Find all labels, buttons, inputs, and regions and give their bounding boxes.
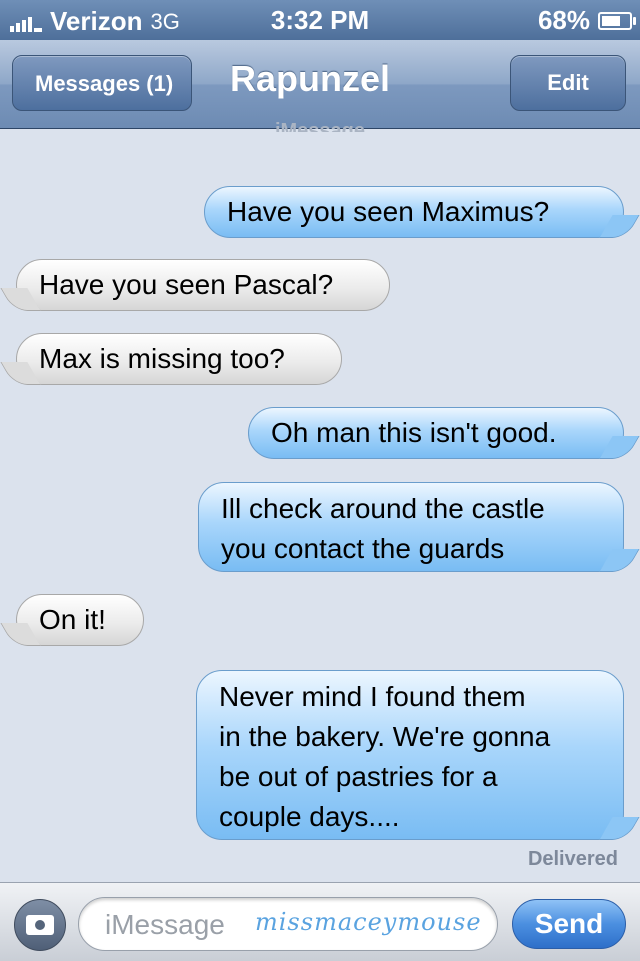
message-input[interactable]: [103, 904, 257, 946]
send-button[interactable]: Send: [512, 899, 626, 949]
battery-percent: 68%: [537, 5, 590, 35]
message-bubble-outgoing[interactable]: Oh man this isn't good.: [248, 407, 624, 459]
delivered-status: Delivered: [527, 848, 618, 870]
message-bubble-outgoing[interactable]: Never mind I found them in the bakery. W…: [196, 670, 624, 840]
edit-button[interactable]: Edit: [510, 55, 626, 111]
message-text: Ill check around the castle you contact …: [221, 493, 545, 564]
watermark-text: missmaceymouse: [255, 908, 482, 936]
message-text: Never mind I found them in the bakery. W…: [219, 681, 551, 832]
message-text: Max is missing too?: [39, 343, 285, 374]
status-bar: Verizon 3G 3:32 PM 68%: [0, 0, 640, 40]
message-bubble-outgoing[interactable]: Have you seen Maximus?: [204, 186, 624, 238]
conversation-title: Rapunzel: [230, 58, 391, 99]
status-right: 68%: [537, 5, 636, 36]
message-bubble-incoming[interactable]: Max is missing too?: [16, 333, 342, 385]
battery-icon: [598, 11, 636, 30]
message-field[interactable]: missmaceymouse: [78, 897, 498, 951]
message-text: Have you seen Maximus?: [227, 196, 550, 227]
camera-icon[interactable]: [14, 899, 66, 951]
message-bubble-outgoing[interactable]: Ill check around the castle you contact …: [198, 482, 624, 572]
message-input-bar: missmaceymouse Send: [0, 882, 640, 961]
message-text: Oh man this isn't good.: [271, 417, 557, 448]
service-label: iMessage: [274, 120, 366, 132]
message-text: Have you seen Pascal?: [39, 269, 334, 300]
battery-fill: [602, 15, 620, 26]
message-text: On it!: [39, 604, 106, 635]
back-button[interactable]: Messages (1): [12, 55, 193, 111]
message-bubble-incoming[interactable]: On it!: [16, 594, 144, 646]
camera-lens: [33, 918, 47, 932]
back-button-label: Messages (1): [35, 71, 174, 96]
message-bubble-incoming[interactable]: Have you seen Pascal?: [16, 259, 390, 311]
